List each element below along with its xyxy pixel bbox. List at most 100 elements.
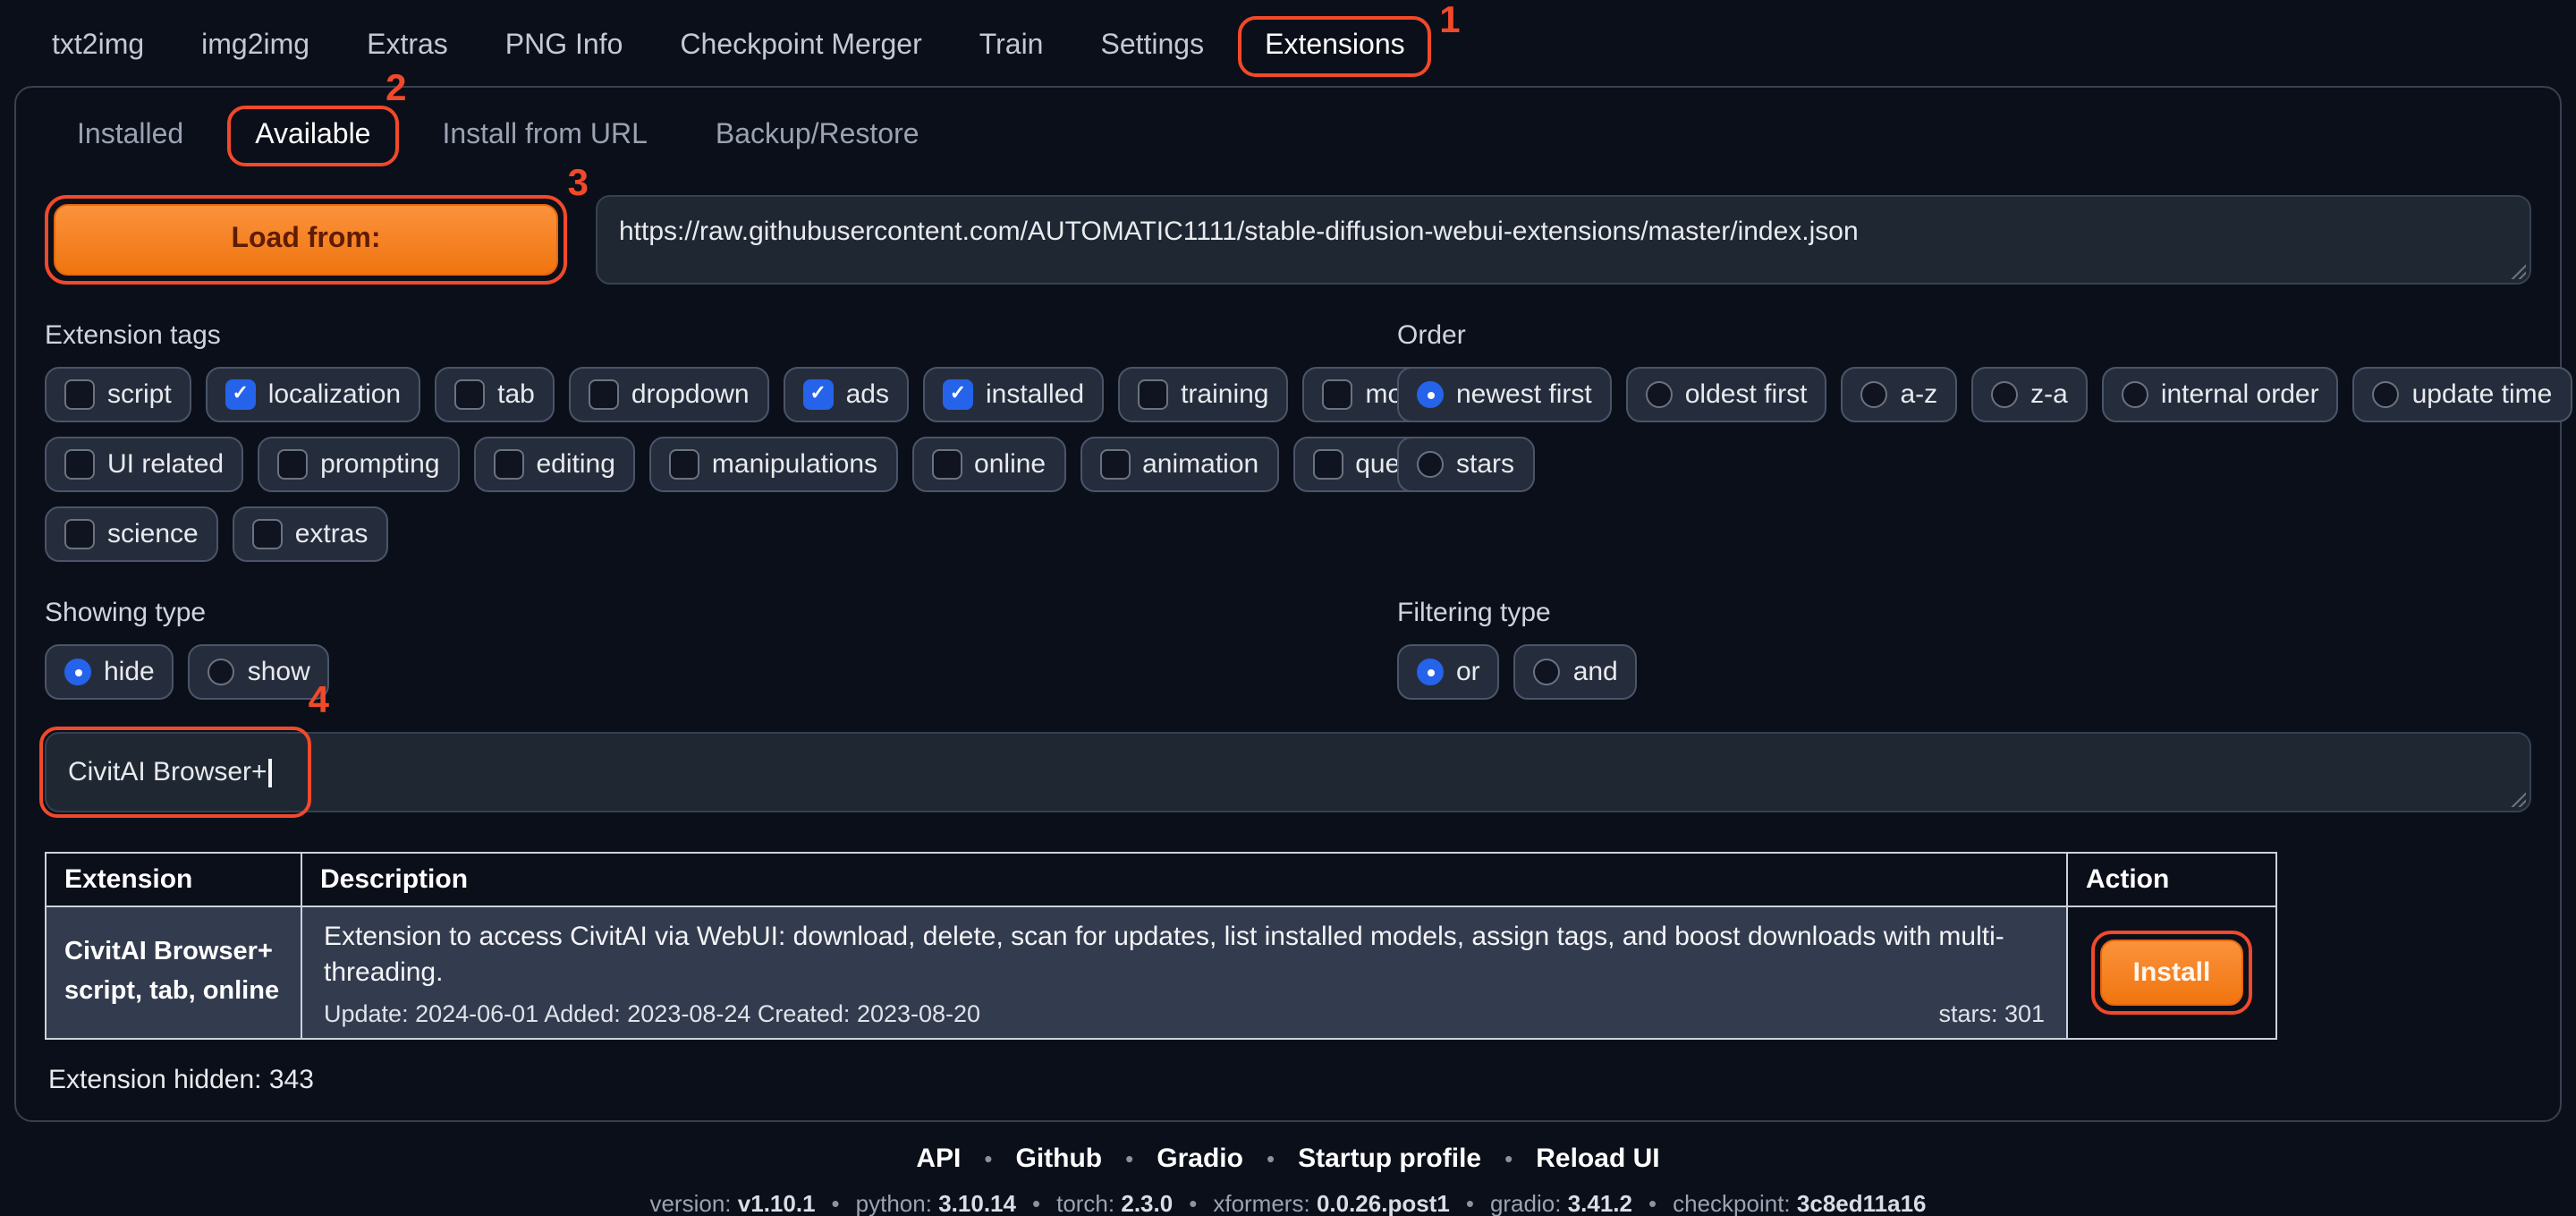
checkbox-icon	[64, 449, 95, 480]
extension-cell: CivitAI Browser+ script, tab, online	[46, 906, 301, 1038]
tab-txt2img[interactable]: txt2img	[29, 18, 167, 75]
extension-tag-checkbox-animation[interactable]: animation	[1080, 437, 1278, 492]
footer-link-startup-profile[interactable]: Startup profile	[1298, 1143, 1481, 1173]
radio-option-z-a[interactable]: z-a	[1971, 367, 2088, 422]
load-from-button[interactable]: Load from:	[54, 204, 558, 276]
tag-label: animation	[1142, 449, 1258, 480]
extension-tags-section: Extension tags script localization tab d…	[45, 310, 1397, 562]
extension-tag-checkbox-editing[interactable]: editing	[474, 437, 635, 492]
radio-label: hide	[104, 657, 155, 687]
tag-label: dropdown	[631, 379, 750, 410]
version-item: torch: 2.3.0	[1056, 1189, 1173, 1216]
tab-png-info[interactable]: PNG Info	[482, 18, 647, 75]
tag-label: tab	[497, 379, 535, 410]
radio-icon	[1417, 451, 1444, 478]
radio-option-stars[interactable]: stars	[1397, 437, 1534, 492]
tab-extras[interactable]: Extras	[343, 18, 471, 75]
order-row-2: stars	[1397, 437, 1534, 492]
radio-icon	[1417, 659, 1444, 685]
checkbox-icon	[64, 519, 95, 549]
extension-tag-checkbox-dropdown[interactable]: dropdown	[569, 367, 769, 422]
text-cursor	[269, 759, 272, 787]
page-footer: API • Github • Gradio • Startup profile …	[0, 1143, 2576, 1216]
table-header-description: Description	[301, 853, 2067, 906]
extension-tags-label: Extension tags	[45, 320, 1397, 351]
order-row-1: newest first oldest first a-z z-a intern…	[1397, 367, 2576, 422]
footer-separator: •	[1032, 1189, 1040, 1216]
extension-dates: Update: 2024-06-01 Added: 2023-08-24 Cre…	[324, 999, 980, 1026]
tag-label: script	[107, 379, 172, 410]
radio-label: and	[1573, 657, 1618, 687]
radio-option-or[interactable]: or	[1397, 644, 1500, 700]
extension-tags-group: script localization tab dropdown ads ins…	[45, 367, 1397, 562]
annotation-number-1: 1	[1439, 2, 1460, 39]
footer-link-gradio[interactable]: Gradio	[1157, 1143, 1243, 1173]
tag-label: installed	[986, 379, 1084, 410]
checkbox-icon	[494, 449, 524, 480]
radio-icon	[64, 659, 91, 685]
filters-section: Extension tags script localization tab d…	[45, 310, 2531, 700]
checkbox-icon	[454, 379, 485, 410]
subtab-backup-restore[interactable]: Backup/Restore	[691, 106, 945, 166]
annotation-box-install: Install	[2092, 931, 2252, 1015]
extension-meta-row: Update: 2024-06-01 Added: 2023-08-24 Cre…	[324, 999, 2045, 1026]
extension-tag-checkbox-ads[interactable]: ads	[784, 367, 909, 422]
extension-tag-checkbox-training[interactable]: training	[1118, 367, 1288, 422]
resize-handle-icon[interactable]	[2508, 261, 2526, 279]
subtab-installed[interactable]: Installed	[52, 106, 208, 166]
checkbox-icon	[277, 449, 308, 480]
footer-separator: •	[1504, 1144, 1513, 1171]
tag-label: UI related	[107, 449, 224, 480]
radio-option-a-z[interactable]: a-z	[1841, 367, 1957, 422]
footer-separator: •	[832, 1189, 840, 1216]
extension-tag-checkbox-tab[interactable]: tab	[435, 367, 555, 422]
footer-link-reload-ui[interactable]: Reload UI	[1536, 1143, 1659, 1173]
tab-settings[interactable]: Settings	[1077, 18, 1227, 75]
extension-tag-checkbox-ui-related[interactable]: UI related	[45, 437, 243, 492]
radio-option-hide[interactable]: hide	[45, 644, 174, 700]
extension-tag-checkbox-science[interactable]: science	[45, 506, 218, 562]
table-header-row: Extension Description Action	[46, 853, 2276, 906]
tab-extensions[interactable]: Extensions	[1241, 20, 1428, 73]
install-button[interactable]: Install	[2101, 940, 2243, 1006]
extensions-subtabs: Installed Available 2 Install from URL B…	[45, 102, 2531, 184]
checkbox-icon	[1138, 379, 1168, 410]
radio-option-newest-first[interactable]: newest first	[1397, 367, 1612, 422]
order-label: Order	[1397, 320, 2576, 351]
footer-link-github[interactable]: Github	[1016, 1143, 1103, 1173]
extension-tag-checkbox-extras[interactable]: extras	[233, 506, 388, 562]
tab-img2img[interactable]: img2img	[178, 18, 333, 75]
footer-separator: •	[1189, 1189, 1197, 1216]
action-cell: Install	[2067, 906, 2276, 1038]
extension-tag-checkbox-script[interactable]: script	[45, 367, 191, 422]
version-item: xformers: 0.0.26.post1	[1213, 1189, 1449, 1216]
radio-option-oldest-first[interactable]: oldest first	[1626, 367, 1827, 422]
tag-label: prompting	[320, 449, 439, 480]
footer-link-api[interactable]: API	[916, 1143, 961, 1173]
table-header-extension: Extension	[46, 853, 301, 906]
radio-option-internal-order[interactable]: internal order	[2102, 367, 2339, 422]
extension-tag-checkbox-manipulations[interactable]: manipulations	[649, 437, 897, 492]
radio-option-show[interactable]: show	[189, 644, 330, 700]
resize-handle-icon[interactable]	[2508, 789, 2526, 807]
subtab-install-from-url[interactable]: Install from URL	[417, 106, 672, 166]
radio-option-and[interactable]: and	[1514, 644, 1638, 700]
extension-tag-checkbox-localization[interactable]: localization	[206, 367, 420, 422]
extension-tag-checkbox-prompting[interactable]: prompting	[258, 437, 459, 492]
extension-search-input[interactable]: 4 CivitAI Browser+	[45, 732, 2531, 812]
radio-label: show	[248, 657, 310, 687]
footer-separator: •	[1466, 1189, 1474, 1216]
subtab-available[interactable]: Available	[230, 109, 395, 163]
tag-label: training	[1181, 379, 1268, 410]
tab-checkpoint-merger[interactable]: Checkpoint Merger	[657, 18, 945, 75]
radio-icon	[1646, 381, 1673, 408]
radio-option-update-time[interactable]: update time	[2353, 367, 2572, 422]
extension-tag-checkbox-installed[interactable]: installed	[923, 367, 1104, 422]
radio-label: stars	[1456, 449, 1514, 480]
extensions-index-url-input[interactable]: https://raw.githubusercontent.com/AUTOMA…	[596, 195, 2531, 285]
tab-train[interactable]: Train	[956, 18, 1067, 75]
footer-separator: •	[1648, 1189, 1657, 1216]
version-item: checkpoint: 3c8ed11a16	[1673, 1189, 1926, 1216]
version-item: gradio: 3.41.2	[1490, 1189, 1632, 1216]
extension-tag-checkbox-online[interactable]: online	[911, 437, 1065, 492]
